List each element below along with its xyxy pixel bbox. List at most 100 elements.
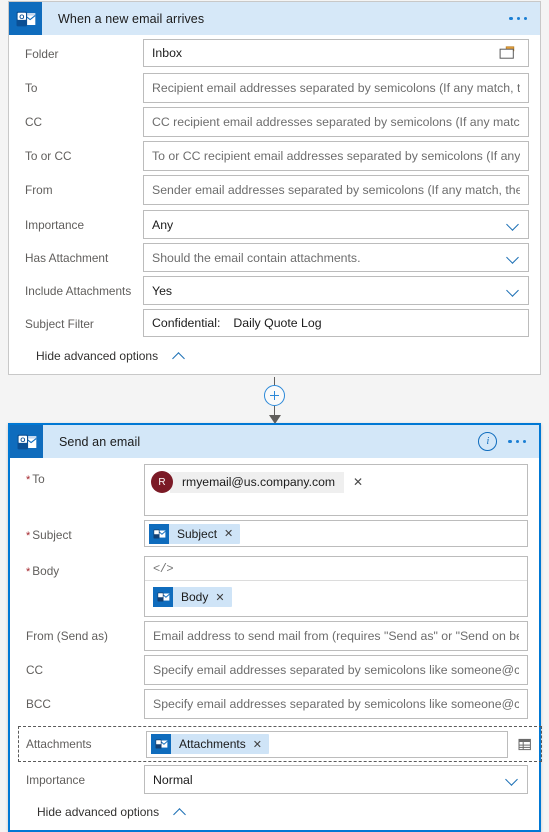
from-send-as-input[interactable]: Email address to send mail from (require… (144, 621, 528, 651)
action-card-body: * To R rmyemail@us.company.com ✕ * Subject (10, 464, 542, 830)
trigger-card-header[interactable]: O When a new email arrives (9, 2, 540, 35)
send-bcc-input[interactable]: Specify email addresses separated by sem… (144, 689, 528, 719)
action-card-title: Send an email (59, 434, 141, 449)
to-placeholder: Recipient email addresses separated by s… (152, 81, 520, 95)
label-subject-filter: Subject Filter (25, 317, 94, 331)
label-send-bcc: BCC (26, 697, 51, 711)
flow-connector (0, 377, 549, 424)
label-to: To (25, 81, 38, 95)
close-icon[interactable]: ✕ (224, 527, 233, 540)
importance-dropdown[interactable]: Any (143, 210, 529, 239)
plus-circle-icon[interactable] (264, 385, 285, 406)
send-to-people-picker[interactable]: R rmyemail@us.company.com ✕ (144, 464, 528, 516)
label-from-send-as: From (Send as) (26, 629, 108, 643)
trigger-hide-advanced-options-button[interactable]: Hide advanced options (9, 340, 540, 374)
chevron-down-icon[interactable] (507, 218, 520, 231)
body-editor-content[interactable]: Body ✕ (145, 581, 527, 616)
outlook-icon: O (10, 425, 43, 458)
chevron-down-icon[interactable] (507, 284, 520, 297)
include-attachments-dropdown[interactable]: Yes (143, 276, 529, 305)
trigger-header-actions (509, 16, 540, 21)
person-chip[interactable]: R rmyemail@us.company.com ✕ (151, 470, 363, 494)
field-row-importance: Importance Any (9, 210, 540, 241)
subject-input[interactable]: Subject ✕ (144, 520, 528, 547)
folder-input[interactable]: Inbox (143, 39, 529, 67)
code-view-icon[interactable]: </> (153, 562, 174, 576)
field-row-subject-filter: Subject Filter Confidential: Daily Quote… (9, 309, 540, 340)
send-to-label-text: To (32, 472, 45, 486)
outlook-token-icon (151, 734, 171, 754)
from-input[interactable]: Sender email addresses separated by semi… (143, 175, 529, 205)
action-card[interactable]: O Send an email i * To R rmyemail@us.com… (8, 423, 542, 832)
arrow-down-icon (268, 406, 281, 424)
close-icon[interactable]: ✕ (353, 475, 363, 489)
folder-icon[interactable] (494, 43, 520, 63)
action-card-header[interactable]: O Send an email i (10, 425, 539, 458)
label-send-importance: Importance (26, 773, 86, 787)
label-include-attachments: Include Attachments (25, 284, 132, 298)
field-row-to: To Recipient email addresses separated b… (9, 73, 540, 104)
chevron-down-icon[interactable] (507, 251, 520, 264)
from-placeholder: Sender email addresses separated by semi… (152, 183, 520, 197)
switch-to-array-icon[interactable] (513, 733, 537, 755)
info-icon[interactable]: i (478, 432, 498, 451)
chevron-up-icon[interactable] (173, 350, 186, 363)
send-cc-placeholder: Specify email addresses separated by sem… (153, 663, 519, 677)
body-rich-text-editor[interactable]: </> Body ✕ (144, 556, 528, 617)
cc-placeholder: CC recipient email addresses separated b… (152, 115, 520, 129)
to-input[interactable]: Recipient email addresses separated by s… (143, 73, 529, 103)
send-bcc-placeholder: Specify email addresses separated by sem… (153, 697, 519, 711)
close-icon[interactable]: ✕ (215, 591, 224, 604)
dynamic-token-attachments[interactable]: Attachments ✕ (151, 734, 269, 754)
label-send-cc: CC (26, 663, 44, 677)
send-cc-input[interactable]: Specify email addresses separated by sem… (144, 655, 528, 685)
attachments-input[interactable]: Attachments ✕ (146, 730, 508, 758)
send-importance-value: Normal (153, 772, 193, 787)
required-indicator: * (26, 474, 31, 486)
avatar: R (151, 471, 173, 493)
action-overflow-menu-button[interactable] (508, 439, 526, 444)
field-row-from-send-as: From (Send as) Email address to send mai… (10, 621, 539, 652)
person-email: rmyemail@us.company.com (170, 471, 345, 493)
required-indicator: * (26, 530, 31, 542)
svg-text:O: O (20, 436, 25, 443)
field-row-body: * Body </> Body ✕ (10, 556, 539, 617)
label-subject: * Subject (10, 520, 144, 552)
field-row-send-cc: CC Specify email addresses separated by … (10, 655, 539, 686)
field-row-from: From Sender email addresses separated by… (9, 175, 540, 206)
label-importance: Importance (25, 218, 85, 232)
field-row-attachments[interactable]: Attachments Attachments ✕ (18, 726, 542, 762)
label-has-attachment: Has Attachment (25, 251, 109, 265)
close-icon[interactable]: ✕ (253, 738, 262, 751)
trigger-card[interactable]: O When a new email arrives Folder Inbox (8, 1, 541, 375)
chevron-up-icon[interactable] (174, 806, 187, 819)
label-body: * Body (10, 556, 144, 588)
field-row-cc: CC CC recipient email addresses separate… (9, 107, 540, 138)
subject-filter-value: Daily Quote Log (233, 316, 322, 330)
action-header-actions: i (478, 432, 539, 451)
trigger-overflow-menu-button[interactable] (509, 16, 527, 21)
dynamic-token-body[interactable]: Body ✕ (153, 587, 232, 607)
body-label-text: Body (32, 564, 60, 578)
importance-value: Any (152, 217, 174, 232)
to-or-cc-input[interactable]: To or CC recipient email addresses separ… (143, 141, 529, 171)
has-attachment-dropdown[interactable]: Should the email contain attachments. (143, 243, 529, 272)
dynamic-token-subject[interactable]: Subject ✕ (149, 523, 241, 544)
chevron-down-icon[interactable] (506, 773, 519, 786)
field-row-subject: * Subject Subject ✕ (10, 520, 539, 552)
field-row-has-attachment: Has Attachment Should the email contain … (9, 243, 540, 274)
subject-filter-input[interactable]: Confidential: Daily Quote Log (143, 309, 529, 337)
token-label: Subject (177, 526, 218, 541)
send-importance-dropdown[interactable]: Normal (144, 765, 528, 794)
field-row-folder: Folder Inbox (9, 39, 540, 70)
to-or-cc-placeholder: To or CC recipient email addresses separ… (152, 149, 520, 163)
connector-line-top (273, 377, 276, 385)
subject-label-text: Subject (32, 528, 72, 542)
outlook-icon: O (9, 2, 42, 35)
flow-designer-canvas: O When a new email arrives Folder Inbox (0, 0, 549, 832)
label-folder: Folder (25, 47, 59, 61)
trigger-card-body: Folder Inbox To Recipient email addresse… (9, 39, 540, 374)
include-attachments-value: Yes (152, 283, 173, 298)
action-hide-advanced-options-button[interactable]: Hide advanced options (10, 796, 539, 830)
cc-input[interactable]: CC recipient email addresses separated b… (143, 107, 529, 137)
